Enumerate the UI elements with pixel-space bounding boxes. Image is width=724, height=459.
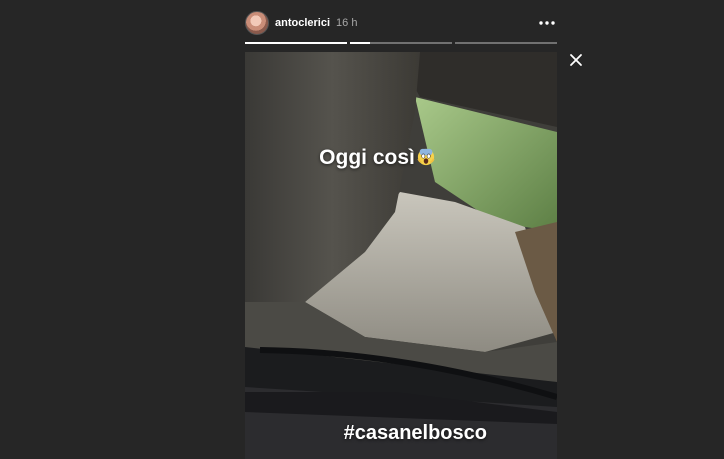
progress-segment <box>455 42 557 44</box>
avatar[interactable] <box>245 11 269 35</box>
close-icon <box>570 54 582 66</box>
story-media[interactable]: Oggi così #casanelbosco <box>245 52 557 459</box>
story-header: antoclerici 16 h <box>245 8 557 38</box>
username[interactable]: antoclerici <box>275 17 330 29</box>
story-hashtag[interactable]: #casanelbosco <box>245 422 487 445</box>
story-caption-top: Oggi così <box>297 146 457 170</box>
progress-segment <box>245 42 347 44</box>
more-horizontal-icon <box>539 21 555 25</box>
story-photo <box>245 52 557 459</box>
close-button[interactable] <box>567 51 585 69</box>
timestamp: 16 h <box>336 17 358 29</box>
progress-segment <box>350 42 452 44</box>
screaming-face-emoji <box>417 148 435 166</box>
more-options-button[interactable] <box>537 13 557 33</box>
story-progress-bar <box>245 42 557 44</box>
caption-top-text: Oggi così <box>319 146 415 169</box>
hashtag-text[interactable]: #casanelbosco <box>344 422 487 444</box>
